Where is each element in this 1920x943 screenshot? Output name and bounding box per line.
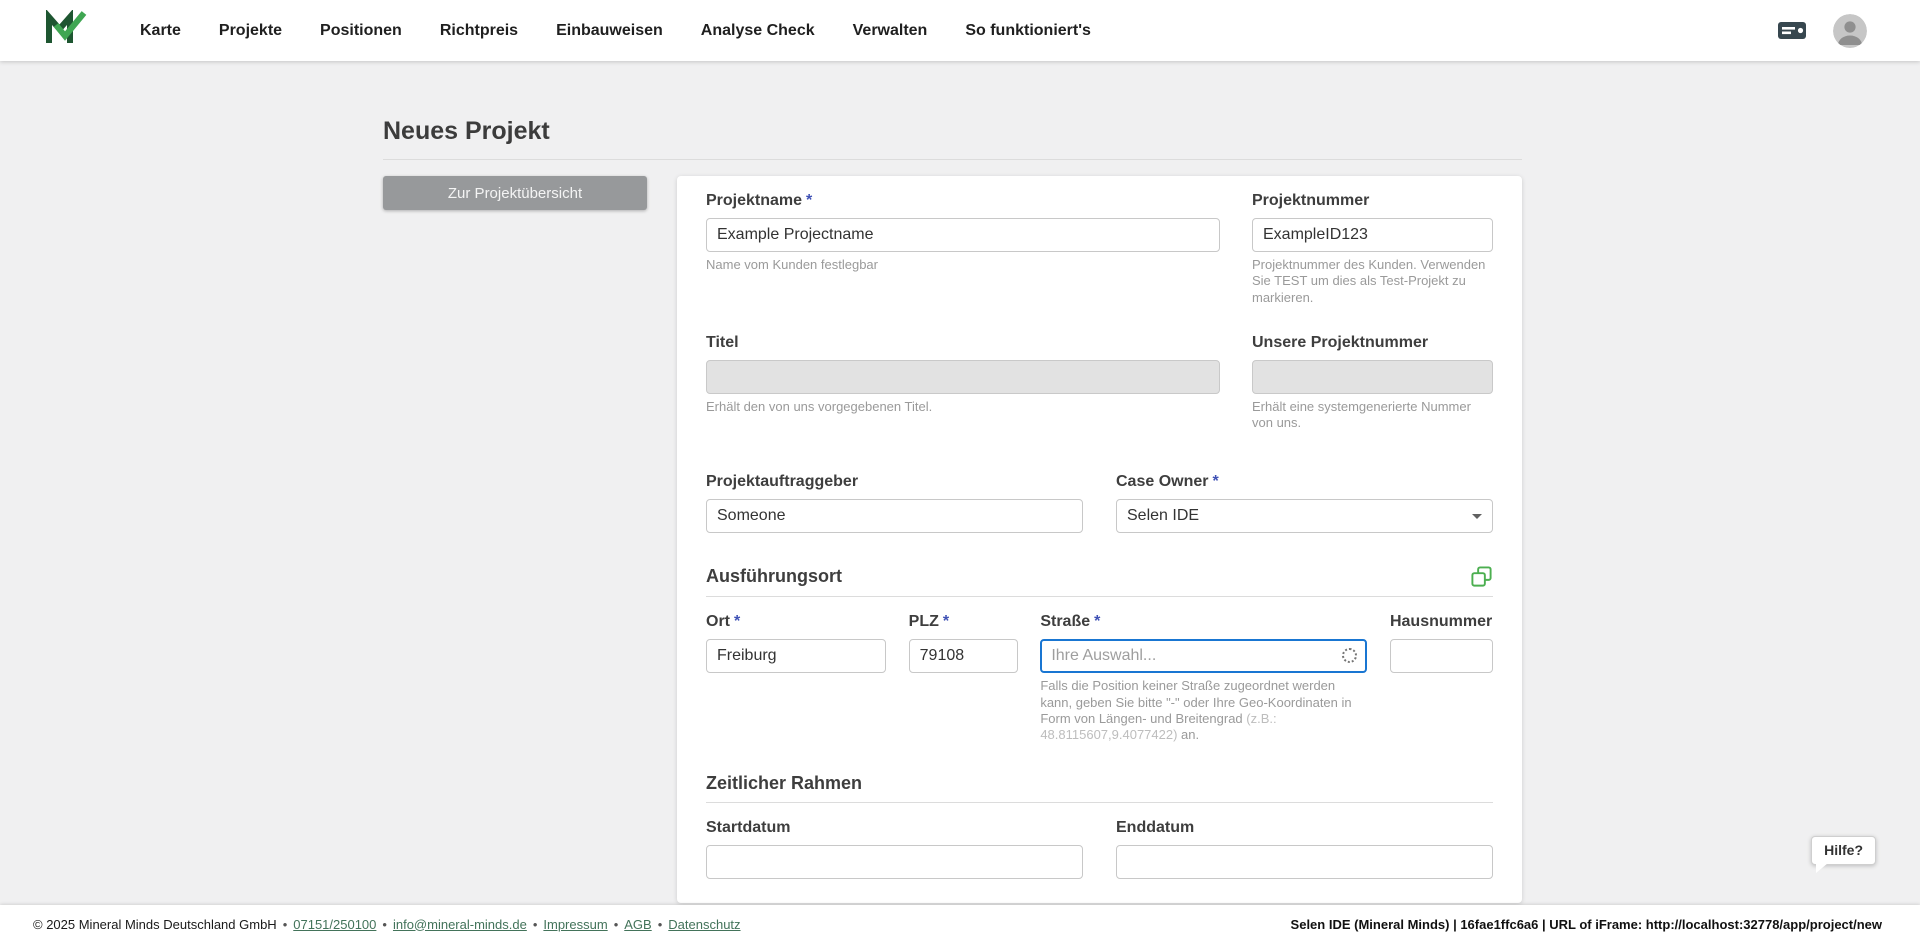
enddatum-label: Enddatum — [1116, 819, 1493, 837]
titel-input — [706, 360, 1220, 394]
footer-separator: • — [382, 917, 387, 932]
case-owner-selected-value: Selen IDE — [1127, 507, 1199, 525]
required-asterisk: * — [1212, 473, 1218, 491]
unsere-projektnummer-input — [1252, 360, 1493, 394]
projektauftraggeber-label: Projektauftraggeber — [706, 473, 1083, 491]
strasse-label: Straße* — [1040, 613, 1367, 631]
titel-label: Titel — [706, 334, 1220, 352]
datenschutz-link[interactable]: Datenschutz — [668, 917, 740, 932]
footer-separator: • — [283, 917, 288, 932]
footer-separator: • — [614, 917, 619, 932]
session-user: Selen IDE — [1291, 917, 1351, 932]
session-details: (Mineral Minds) | 16fae1ffc6a6 | URL of … — [1351, 917, 1882, 932]
title-divider — [383, 159, 1522, 160]
projektname-hint: Name vom Kunden festlegbar — [706, 257, 1220, 273]
copy-icon[interactable] — [1470, 565, 1493, 588]
projektnummer-label: Projektnummer — [1252, 192, 1493, 210]
startdatum-input[interactable] — [706, 845, 1083, 879]
email-link[interactable]: info@mineral-minds.de — [393, 917, 527, 932]
ort-label: Ort* — [706, 613, 886, 631]
mineral-minds-logo-icon — [45, 10, 87, 51]
main-nav: Karte Projekte Positionen Richtpreis Ein… — [140, 22, 1777, 40]
hausnummer-label: Hausnummer — [1390, 613, 1493, 631]
nav-right-actions — [1777, 14, 1867, 48]
agb-link[interactable]: AGB — [624, 917, 651, 932]
nav-item-projekte[interactable]: Projekte — [219, 22, 282, 40]
projektname-label: Projektname* — [706, 192, 1220, 210]
section-heading-zeitlicher-rahmen: Zeitlicher Rahmen — [706, 773, 862, 794]
strasse-input[interactable] — [1040, 639, 1367, 673]
titel-hint: Erhält den von uns vorgegebenen Titel. — [706, 399, 1220, 415]
case-owner-label: Case Owner* — [1116, 473, 1493, 491]
nav-item-analyse-check[interactable]: Analyse Check — [701, 22, 815, 40]
startdatum-label: Startdatum — [706, 819, 1083, 837]
help-button[interactable]: Hilfe? — [1811, 836, 1876, 865]
nav-item-karte[interactable]: Karte — [140, 22, 181, 40]
hausnummer-input[interactable] — [1390, 639, 1493, 673]
enddatum-input[interactable] — [1116, 845, 1493, 879]
projektnummer-input[interactable] — [1252, 218, 1493, 252]
required-asterisk: * — [1094, 613, 1100, 631]
card-reader-icon[interactable] — [1777, 20, 1807, 42]
section-divider — [706, 802, 1493, 803]
section-divider — [706, 596, 1493, 597]
impressum-link[interactable]: Impressum — [543, 917, 607, 932]
page-title: Neues Projekt — [383, 117, 1522, 146]
projektauftraggeber-input[interactable] — [706, 499, 1083, 533]
section-heading-ausfuehrungsort: Ausführungsort — [706, 566, 842, 587]
user-avatar[interactable] — [1833, 14, 1867, 48]
nav-item-richtpreis[interactable]: Richtpreis — [440, 22, 518, 40]
case-owner-select[interactable]: Selen IDE — [1116, 499, 1493, 533]
plz-label: PLZ* — [909, 613, 1018, 631]
nav-item-einbauweisen[interactable]: Einbauweisen — [556, 22, 663, 40]
plz-input[interactable] — [909, 639, 1018, 673]
chevron-down-icon — [1472, 514, 1482, 519]
phone-link[interactable]: 07151/250100 — [293, 917, 376, 932]
footer-separator: • — [533, 917, 538, 932]
footer: © 2025 Mineral Minds Deutschland GmbH • … — [0, 905, 1920, 943]
ort-input[interactable] — [706, 639, 886, 673]
strasse-hint: Falls die Position keiner Straße zugeord… — [1040, 678, 1367, 743]
projektnummer-hint: Projektnummer des Kunden. Verwenden Sie … — [1252, 257, 1493, 306]
unsere-projektnummer-hint: Erhält eine systemgenerierte Nummer von … — [1252, 399, 1493, 432]
projektname-input[interactable] — [706, 218, 1220, 252]
nav-item-so-funktionierts[interactable]: So funktioniert's — [965, 22, 1091, 40]
required-asterisk: * — [806, 192, 812, 210]
new-project-form-card: Projektname* Name vom Kunden festlegbar … — [677, 176, 1522, 903]
unsere-projektnummer-label: Unsere Projektnummer — [1252, 334, 1493, 352]
back-to-project-overview-button[interactable]: Zur Projektübersicht — [383, 176, 647, 210]
required-asterisk: * — [734, 613, 740, 631]
main-content: Neues Projekt Zur Projektübersicht Proje… — [0, 61, 1920, 905]
nav-item-verwalten[interactable]: Verwalten — [853, 22, 928, 40]
session-info: Selen IDE (Mineral Minds) | 16fae1ffc6a6… — [1291, 917, 1882, 932]
copyright-text: © 2025 Mineral Minds Deutschland GmbH — [33, 917, 277, 932]
top-nav: Karte Projekte Positionen Richtpreis Ein… — [0, 0, 1920, 61]
app-logo[interactable] — [45, 10, 87, 51]
nav-item-positionen[interactable]: Positionen — [320, 22, 402, 40]
required-asterisk: * — [943, 613, 949, 631]
footer-separator: • — [658, 917, 663, 932]
